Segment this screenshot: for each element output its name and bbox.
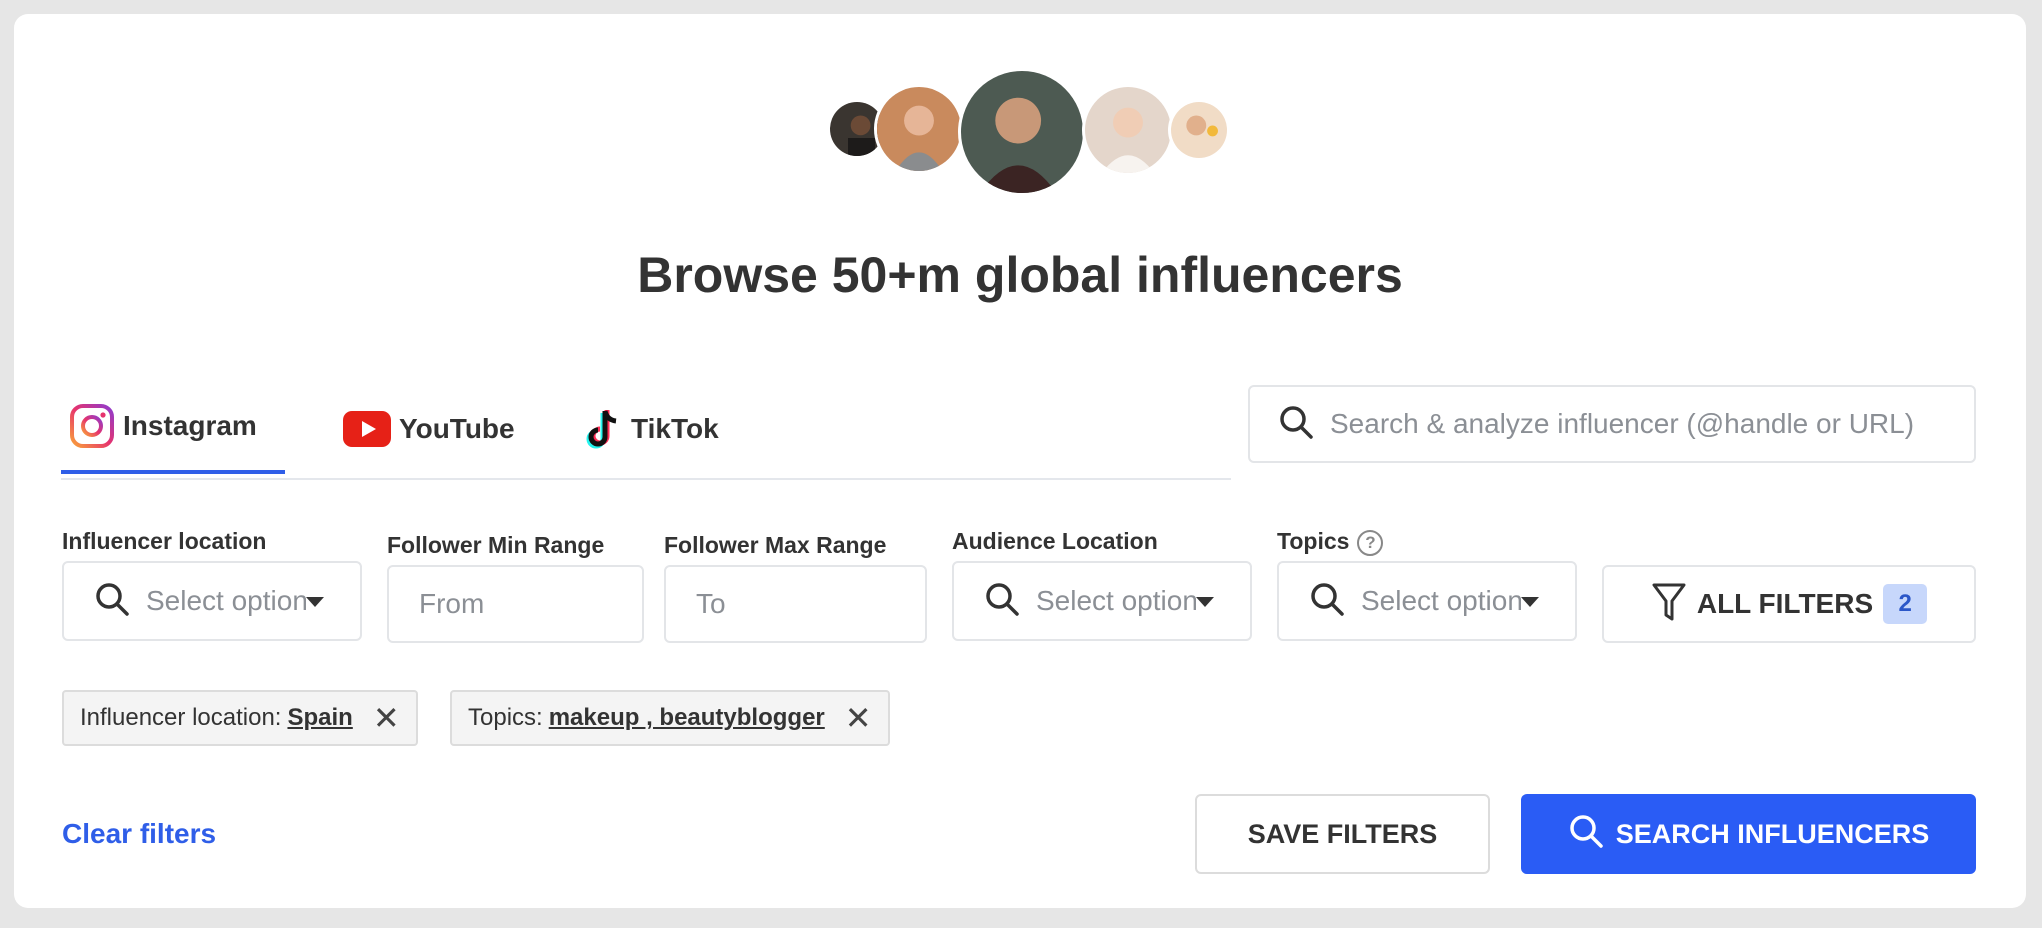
follower-min-field — [387, 565, 644, 643]
follower-min-input[interactable] — [389, 587, 642, 621]
follower-max-field — [664, 565, 927, 643]
page-title: Browse 50+m global influencers — [637, 247, 1403, 303]
chip-value[interactable]: makeup , beautyblogger — [549, 704, 825, 732]
tab-youtube[interactable]: YouTube — [343, 382, 515, 476]
follower-min-label: Follower Min Range — [387, 532, 605, 558]
search-icon — [984, 581, 1020, 622]
select-placeholder: Select option — [1361, 585, 1521, 616]
clear-filters-link[interactable]: Clear filters — [62, 818, 216, 850]
instagram-icon — [69, 403, 115, 449]
avatar — [1168, 99, 1230, 161]
tab-tiktok[interactable]: TikTok — [583, 382, 719, 476]
chip-value[interactable]: Spain — [287, 704, 352, 732]
audience-location-select[interactable]: Select option — [952, 561, 1252, 641]
chevron-down-icon — [1196, 597, 1214, 607]
tab-instagram[interactable]: Instagram — [61, 382, 285, 474]
tab-label: YouTube — [399, 413, 515, 444]
search-card: Browse 50+m global influencers Instagram… — [14, 14, 2026, 908]
topics-label-text: Topics — [1277, 528, 1350, 554]
audience-location-label: Audience Location — [952, 528, 1158, 554]
avatar — [1082, 84, 1174, 176]
chip-label: Topics: — [468, 704, 543, 731]
select-placeholder: Select option — [146, 585, 306, 616]
avatar — [874, 84, 964, 174]
tab-label: Instagram — [123, 410, 257, 441]
topics-label: Topics? — [1277, 528, 1384, 556]
tiktok-icon — [583, 407, 623, 451]
avatar-group — [14, 14, 2026, 214]
filter-chip-topics: Topics: makeup , beautyblogger ✕ — [450, 690, 890, 746]
close-icon[interactable]: ✕ — [373, 702, 400, 734]
all-filters-label: ALL FILTERS — [1696, 588, 1874, 619]
chevron-down-icon — [306, 597, 324, 607]
youtube-icon — [343, 411, 391, 447]
close-icon[interactable]: ✕ — [845, 702, 872, 734]
chip-label: Influencer location: — [80, 704, 282, 731]
avatar — [958, 68, 1086, 196]
platform-tabs: Instagram YouTube TikTok — [61, 382, 1231, 480]
search-icon — [1309, 581, 1345, 622]
help-icon[interactable]: ? — [1357, 529, 1384, 556]
follower-max-label: Follower Max Range — [664, 532, 887, 558]
influencer-search — [1248, 385, 1976, 463]
influencer-location-label: Influencer location — [62, 528, 267, 554]
save-filters-button[interactable]: SAVE FILTERS — [1195, 794, 1490, 874]
search-influencers-button[interactable]: SEARCH INFLUENCERS — [1521, 794, 1976, 874]
tab-label: TikTok — [631, 413, 719, 444]
search-input[interactable] — [1328, 407, 1972, 441]
search-icon — [94, 581, 130, 622]
filter-chip-location: Influencer location: Spain ✕ — [62, 690, 418, 746]
influencer-location-select[interactable]: Select option — [62, 561, 362, 641]
all-filters-button[interactable]: ALL FILTERS 2 — [1602, 565, 1976, 643]
search-icon — [1278, 404, 1314, 445]
filter-count-badge: 2 — [1883, 584, 1928, 624]
chevron-down-icon — [1521, 597, 1539, 607]
search-influencers-label: SEARCH INFLUENCERS — [1615, 818, 1930, 849]
select-placeholder: Select option — [1036, 585, 1196, 616]
follower-max-input[interactable] — [666, 587, 925, 621]
search-icon — [1568, 813, 1604, 856]
filter-icon — [1651, 582, 1687, 627]
topics-select[interactable]: Select option — [1277, 561, 1577, 641]
